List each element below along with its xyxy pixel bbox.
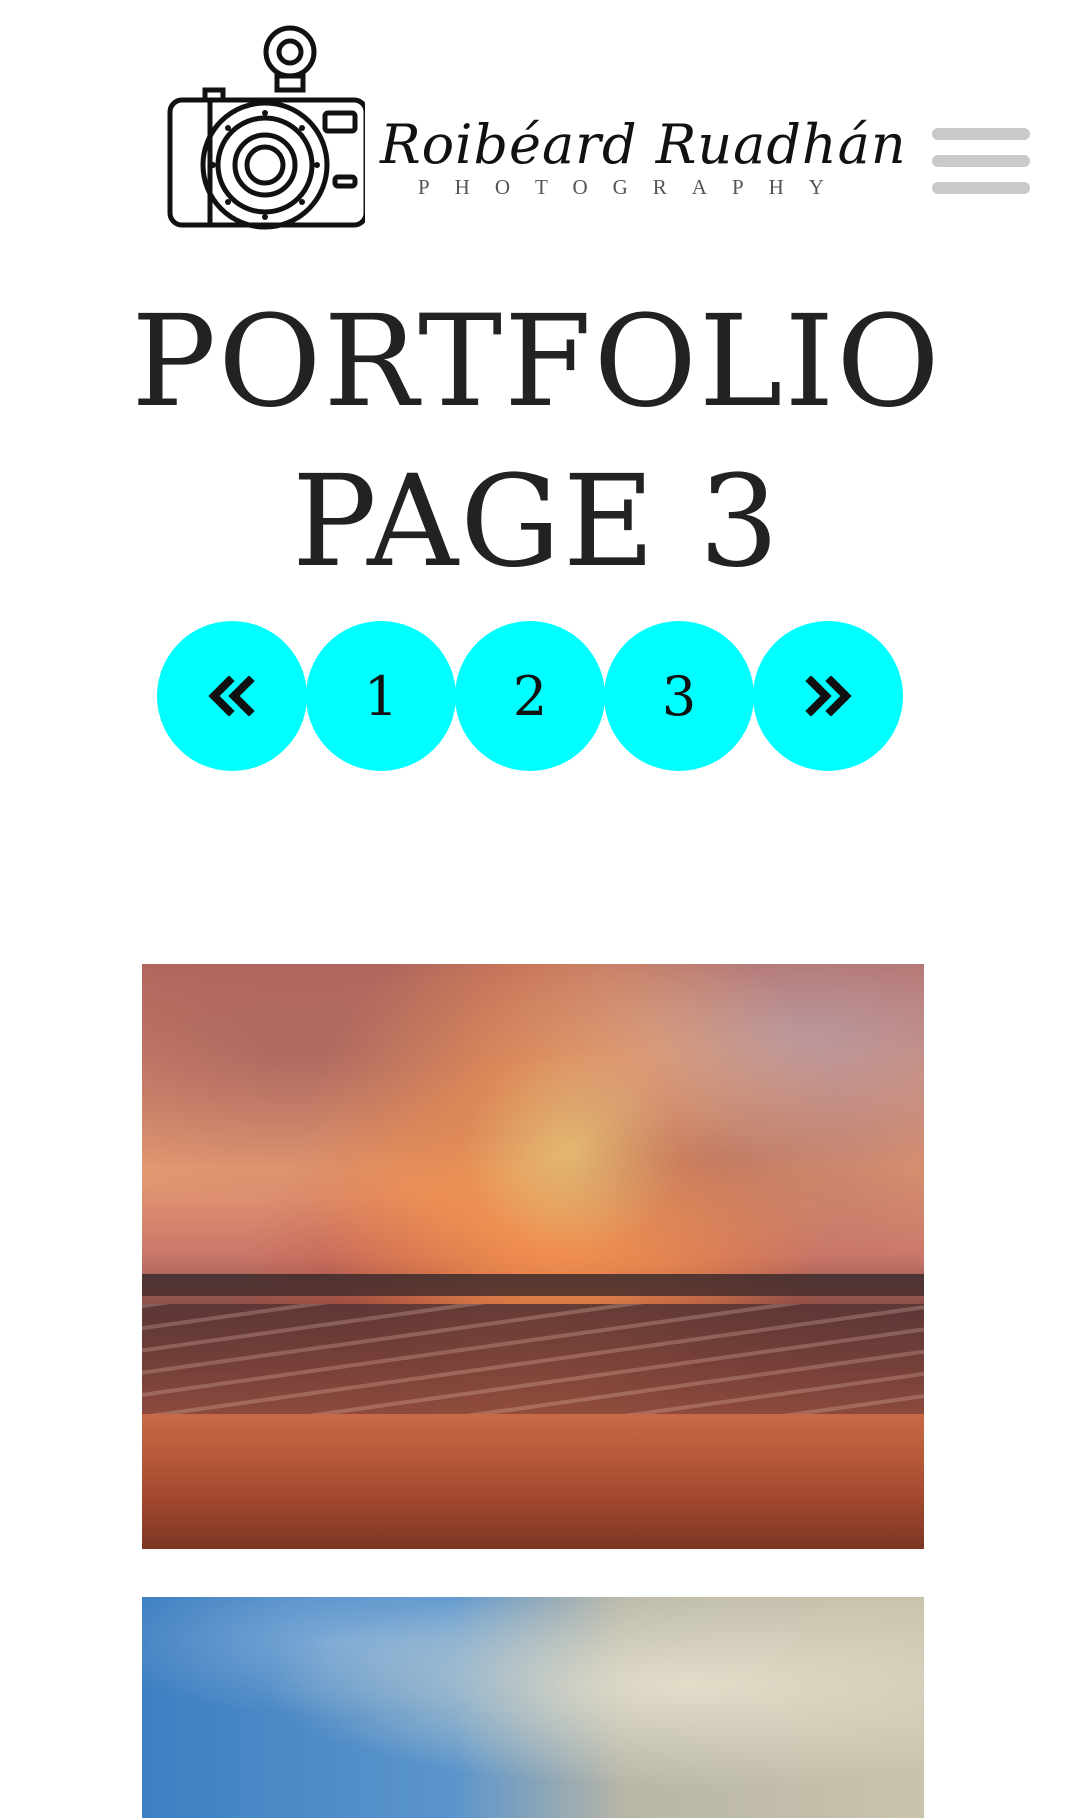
page-3-button[interactable]: 3: [604, 621, 754, 771]
double-chevron-right-icon: [805, 676, 852, 716]
page-title-line-1: PORTFOLIO: [131, 288, 942, 435]
menu-icon[interactable]: [932, 128, 1030, 198]
pagination: 1 2 3: [157, 621, 903, 771]
double-chevron-left-icon: [208, 676, 255, 716]
camera-icon: [167, 25, 365, 230]
site-header: Roibéard Ruadhán PHOTOGRAPHY: [0, 0, 1073, 250]
photo-haze: [142, 1597, 924, 1818]
sky-clouds-photo[interactable]: [142, 1597, 924, 1818]
next-page-button[interactable]: [753, 621, 903, 771]
photo-waves: [142, 1304, 924, 1414]
menu-bar: [932, 155, 1030, 167]
page-title: PORTFOLIO PAGE 3: [0, 282, 1073, 602]
photo-sand: [142, 1414, 924, 1549]
previous-page-button[interactable]: [157, 621, 307, 771]
logo-name: Roibéard Ruadhán: [380, 113, 907, 176]
menu-bar: [932, 128, 1030, 140]
photo-clouds: [142, 964, 924, 1315]
menu-bar: [932, 182, 1030, 194]
page-1-button[interactable]: 1: [306, 621, 456, 771]
sunset-beach-photo[interactable]: [142, 964, 924, 1549]
site-logo[interactable]: Roibéard Ruadhán PHOTOGRAPHY: [165, 25, 907, 235]
logo-subtitle: PHOTOGRAPHY: [418, 175, 849, 199]
page-2-button[interactable]: 2: [455, 621, 605, 771]
page-title-line-2: PAGE 3: [291, 448, 782, 595]
photo-shoreline: [142, 1274, 924, 1296]
